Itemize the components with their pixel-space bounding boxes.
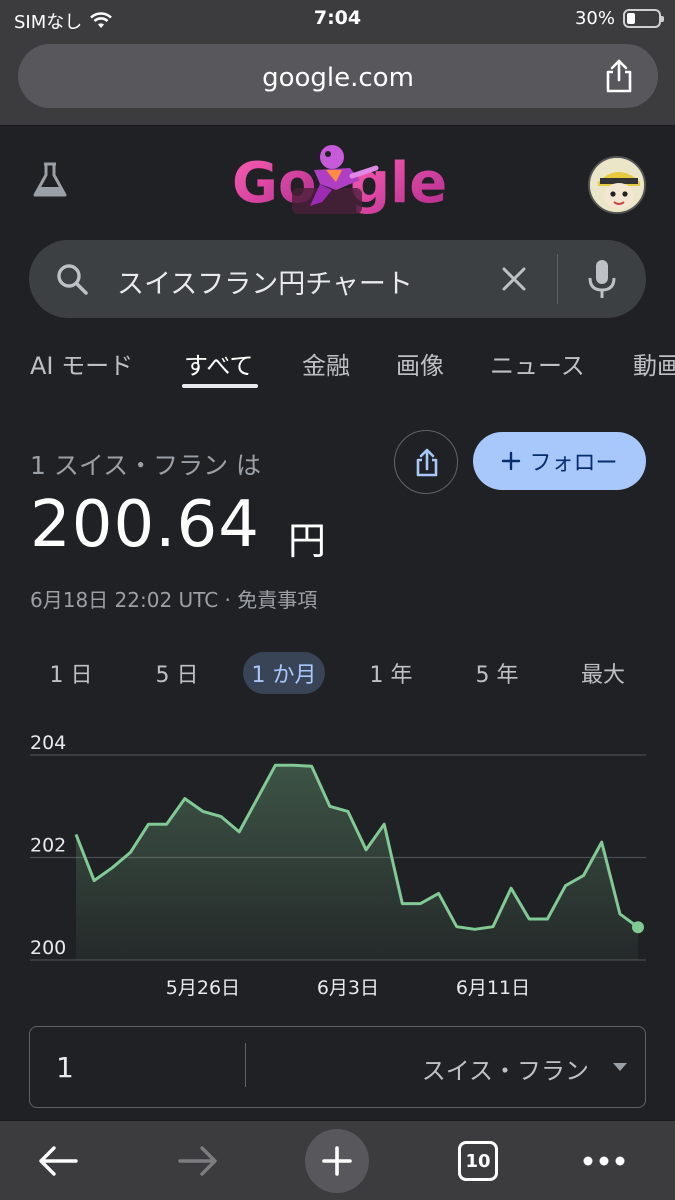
tab-switcher-button[interactable]: 10	[456, 1121, 500, 1200]
status-bar: SIMなし 7:04 30%	[0, 0, 675, 38]
google-doodle-logo[interactable]: Go gle	[232, 140, 447, 220]
plus-icon	[322, 1146, 352, 1176]
chart-area-fill	[76, 765, 638, 960]
range-1-day[interactable]: 1 日	[36, 652, 106, 694]
chevron-down-icon[interactable]	[613, 1063, 627, 1071]
disclaimer-link[interactable]: 免責事項	[237, 588, 317, 612]
chart-x-tick-label: 5月26日	[166, 977, 240, 999]
browser-toolbar: google.com	[0, 38, 675, 126]
browser-bottom-bar: 10	[0, 1120, 675, 1200]
exchange-rate-chart[interactable]: 200 202 204 5月26日 6月3日 6月11日	[0, 730, 675, 1010]
status-right: 30%	[574, 8, 664, 29]
clock: 7:04	[313, 7, 362, 29]
range-5-years[interactable]: 5 年	[462, 652, 532, 694]
share-button[interactable]	[394, 430, 458, 494]
search-icon	[57, 264, 88, 295]
follow-button[interactable]: フォロー	[473, 432, 646, 490]
currency-converter: 1 スイス・フラン	[29, 1026, 646, 1108]
tab-ai-mode[interactable]: AI モード	[30, 346, 133, 381]
follow-label: フォロー	[529, 451, 618, 476]
currency-select[interactable]: スイス・フラン	[422, 1051, 589, 1086]
range-1-month[interactable]: 1 か月	[243, 652, 325, 694]
search-tabs: AI モード すべて 金融 画像 ニュース 動画	[0, 340, 675, 392]
rate-timestamp: 6月18日 22:02 UTC	[30, 588, 219, 612]
search-divider	[557, 254, 558, 304]
amount-input[interactable]: 1	[56, 1051, 74, 1084]
svg-text:gle: gle	[350, 151, 447, 216]
tab-images[interactable]: 画像	[396, 346, 444, 381]
search-input[interactable]: スイスフラン円チャート	[117, 262, 413, 301]
chart-x-tick-label: 6月11日	[456, 977, 530, 999]
range-5-days[interactable]: 5 日	[142, 652, 212, 694]
share-icon	[416, 448, 438, 477]
forward-button[interactable]	[168, 1121, 228, 1200]
share-icon[interactable]	[602, 58, 636, 94]
chart-y-tick-label: 200	[30, 937, 66, 959]
meta-separator: ·	[224, 588, 238, 612]
converter-divider	[245, 1043, 246, 1087]
exchange-rate-unit: 円	[288, 519, 327, 563]
search-box[interactable]: スイスフラン円チャート	[29, 240, 646, 318]
tab-news[interactable]: ニュース	[490, 346, 585, 381]
chart-y-tick-label: 204	[30, 732, 66, 754]
tab-count: 10	[458, 1141, 498, 1181]
battery-percent: 30%	[574, 8, 615, 29]
more-menu-button[interactable]	[578, 1121, 630, 1200]
battery-icon	[623, 9, 664, 28]
account-avatar[interactable]	[588, 156, 646, 214]
new-tab-button[interactable]	[305, 1121, 369, 1200]
forward-arrow-icon	[178, 1146, 217, 1176]
new-tab-circle	[305, 1129, 369, 1193]
plus-icon	[502, 451, 521, 471]
chart-x-tick-label: 6月3日	[317, 977, 379, 999]
tab-finance[interactable]: 金融	[302, 346, 350, 381]
microphone-icon[interactable]	[587, 258, 617, 300]
avatar-image	[590, 158, 644, 212]
back-button[interactable]	[28, 1121, 88, 1200]
rate-meta: 6月18日 22:02 UTC · 免責事項	[30, 584, 317, 613]
url-text: google.com	[262, 63, 414, 93]
range-max[interactable]: 最大	[568, 652, 638, 694]
exchange-rate-value: 200.64	[30, 488, 260, 562]
flask-icon[interactable]	[30, 160, 70, 200]
chart-y-tick-label: 202	[30, 835, 66, 857]
range-1-year[interactable]: 1 年	[356, 652, 426, 694]
tab-videos[interactable]: 動画	[633, 346, 675, 381]
chart-last-point	[632, 921, 644, 934]
tab-all[interactable]: すべて	[184, 346, 253, 381]
conversion-source-label: 1 スイス・フラン は	[30, 451, 262, 480]
address-bar[interactable]: google.com	[18, 44, 658, 108]
back-arrow-icon	[39, 1146, 78, 1176]
active-tab-indicator	[182, 384, 258, 388]
close-icon[interactable]	[499, 264, 529, 294]
more-icon	[583, 1156, 625, 1166]
